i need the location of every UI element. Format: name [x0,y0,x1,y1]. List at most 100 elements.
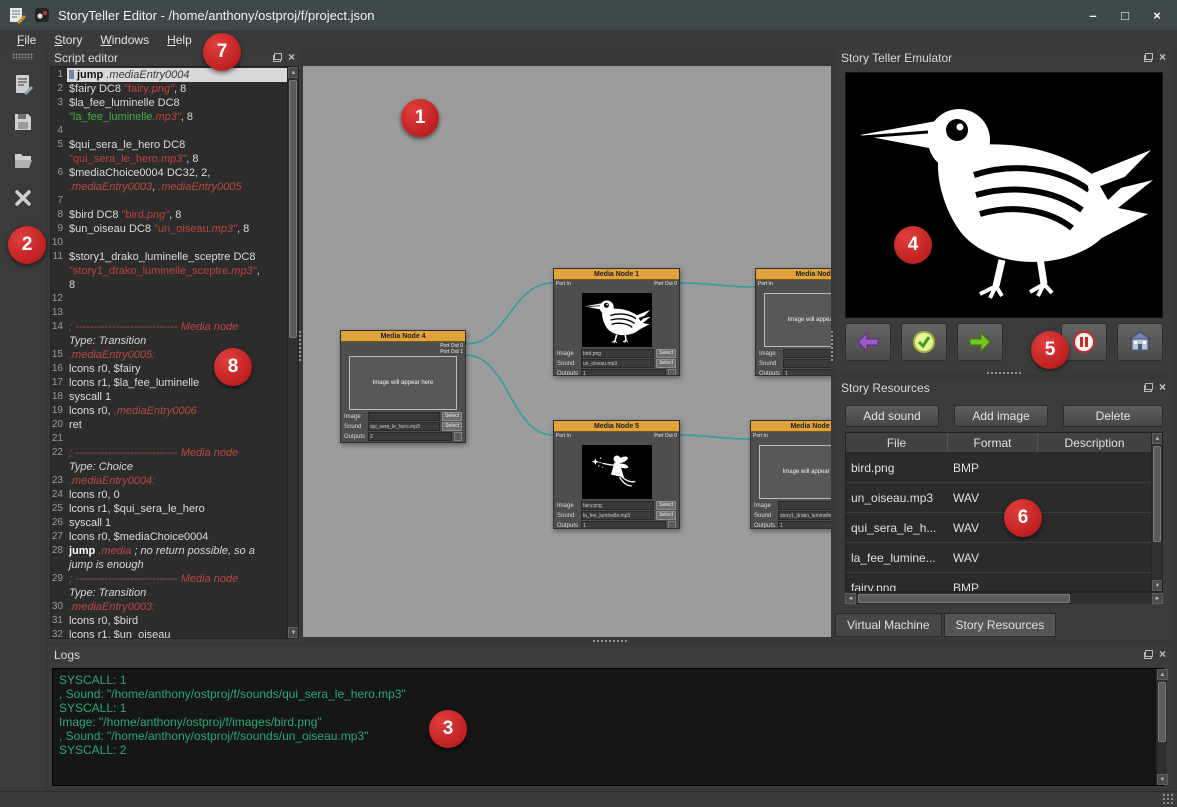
port-in-label[interactable]: Port In [556,433,571,444]
title-bar[interactable]: StoryTeller Editor - /home/anthony/ostpr… [0,0,1177,30]
float-panel-icon[interactable] [273,53,282,62]
previous-button[interactable] [845,323,891,361]
editor-line[interactable]: jump is enough [51,558,287,572]
editor-line[interactable]: 5$qui_sera_le_hero DC8 [51,138,287,152]
menu-item-help[interactable]: Help [158,32,201,48]
editor-line[interactable]: 30.mediaEntry0003: [51,600,287,614]
node-title[interactable]: Media Node 3 [751,421,831,432]
select-sound-button[interactable]: Select [442,422,462,431]
editor-line[interactable]: 14; ---------------------------- Media n… [51,320,287,334]
editor-line[interactable]: "qui_sera_le_hero.mp3", 8 [51,152,287,166]
editor-line[interactable]: 10 [51,236,287,250]
editor-line[interactable]: 26syscall 1 [51,516,287,530]
editor-line[interactable]: 1jump .mediaEntry0004 [51,68,287,82]
outputs-spinner[interactable] [454,432,462,441]
header-format[interactable]: Format [948,433,1038,452]
float-panel-icon[interactable] [1144,53,1153,62]
editor-line[interactable]: 31lcons r0, $bird [51,614,287,628]
logs-vscroll-thumb[interactable] [1158,682,1166,742]
outputs-value-field[interactable]: 2 [368,432,452,441]
editor-line[interactable]: 28jump .media ; no return possible, so a [51,544,287,558]
close-panel-icon[interactable]: × [1159,383,1166,392]
editor-line[interactable]: 20ret [51,418,287,432]
editor-line[interactable]: 25lcons r1, $qui_sera_le_hero [51,502,287,516]
scroll-up-arrow[interactable]: ▲ [288,67,299,78]
splitter-canvas-logs[interactable] [592,639,628,644]
scroll-up-arrow[interactable]: ▲ [1152,433,1163,444]
media-node-2[interactable]: Media Node 2 Port In Port Out 0 Image wi… [755,268,831,376]
port-in-label[interactable]: Port In [556,281,571,292]
scroll-right-arrow[interactable]: ► [1152,593,1163,604]
editor-line[interactable]: 8 [51,278,287,292]
image-value-field[interactable] [783,349,831,358]
table-row[interactable]: bird.pngBMP [846,453,1162,483]
emulator-titlebar[interactable]: Story Teller Emulator × [835,49,1172,66]
select-image-button[interactable]: Select [656,349,676,358]
outputs-value-field[interactable]: 1 [581,369,666,376]
editor-line[interactable]: 27lcons r0, $mediaChoice0004 [51,530,287,544]
editor-line[interactable]: 11$story1_drako_luminelle_sceptre DC8 [51,250,287,264]
splitter-editor-canvas[interactable] [298,330,303,362]
scroll-up-arrow[interactable]: ▲ [1157,669,1168,680]
node-title[interactable]: Media Node 2 [756,269,831,280]
editor-line[interactable]: 9$un_oiseau DC8 "un_oiseau.mp3", 8 [51,222,287,236]
editor-vscrollbar[interactable]: ▲ ▼ [287,67,298,638]
validate-button[interactable] [901,323,947,361]
script-editor[interactable]: 1jump .mediaEntry00042$fairy DC8 "fairy.… [50,66,299,639]
splitter-canvas-right[interactable] [830,330,835,362]
new-script-button[interactable] [8,70,38,98]
select-image-button[interactable]: Select [656,501,676,510]
minimize-button[interactable]: – [1081,5,1105,25]
port-out-0-label[interactable]: Port Out 0 [654,281,677,287]
editor-line[interactable]: Type: Transition [51,334,287,348]
float-panel-icon[interactable] [1144,383,1153,392]
outputs-spinner[interactable] [668,521,676,529]
maximize-button[interactable]: □ [1113,5,1137,25]
sound-value-field[interactable]: story1_drako_luminelle_sceptre.mp3 [778,511,831,520]
close-panel-icon[interactable]: × [288,53,295,62]
float-panel-icon[interactable] [1144,650,1153,659]
menu-item-file[interactable]: File [8,32,45,48]
media-node-3[interactable]: Media Node 3 Port In Port Out 0 Image wi… [750,420,831,529]
image-value-field[interactable]: fairy.png [581,501,654,510]
sound-value-field[interactable]: la_fee_luminelle.mp3 [581,511,654,520]
table-vscrollbar[interactable]: ▲ ▼ [1151,433,1162,591]
node-graph-canvas[interactable]: Media Node 4 Port Out 0Port Out 1 Image … [303,66,831,637]
select-sound-button[interactable]: Select [656,359,676,368]
close-panel-icon[interactable]: × [1159,650,1166,659]
editor-line[interactable]: 13 [51,306,287,320]
run-story-button[interactable] [8,222,38,250]
save-button[interactable] [8,108,38,136]
editor-line[interactable]: 22; ---------------------------- Media n… [51,446,287,460]
port-in-label[interactable]: Port In [758,281,773,292]
editor-line[interactable]: 6$mediaChoice0004 DC32, 2, [51,166,287,180]
editor-line[interactable]: "story1_drako_luminelle_sceptre.mp3", [51,264,287,278]
outputs-value-field[interactable]: 1 [581,521,666,529]
outputs-value-field[interactable]: 1 [783,369,831,376]
logs-titlebar[interactable]: Logs × [48,646,1172,663]
image-value-field[interactable] [368,412,440,421]
scroll-down-arrow[interactable]: ▼ [1157,774,1168,785]
table-row[interactable]: fairy.pngBMP [846,573,1162,592]
table-row[interactable]: la_fee_lumine...WAV [846,543,1162,573]
editor-line[interactable]: 4 [51,124,287,138]
editor-line[interactable]: 12 [51,292,287,306]
header-file[interactable]: File [846,433,948,452]
close-button[interactable]: × [1145,5,1169,25]
script-editor-titlebar[interactable]: Script editor × [48,49,301,66]
select-image-button[interactable]: Select [442,412,462,421]
editor-line[interactable]: 23.mediaEntry0004: [51,474,287,488]
editor-line[interactable]: 18syscall 1 [51,390,287,404]
outputs-value-field[interactable]: 1 [778,521,831,529]
select-sound-button[interactable]: Select [656,511,676,520]
image-value-field[interactable]: bird.png [581,349,654,358]
next-button[interactable] [957,323,1003,361]
logs-vscrollbar[interactable]: ▲ ▼ [1156,669,1167,785]
close-project-button[interactable] [8,184,38,212]
media-node-1[interactable]: Media Node 1 Port In Port Out 0 Imagebir… [553,268,680,376]
editor-line[interactable]: 21 [51,432,287,446]
editor-line[interactable]: Type: Transition [51,586,287,600]
close-panel-icon[interactable]: × [1159,53,1166,62]
editor-line[interactable]: "la_fee_luminelle.mp3", 8 [51,110,287,124]
header-description[interactable]: Description [1038,433,1152,452]
